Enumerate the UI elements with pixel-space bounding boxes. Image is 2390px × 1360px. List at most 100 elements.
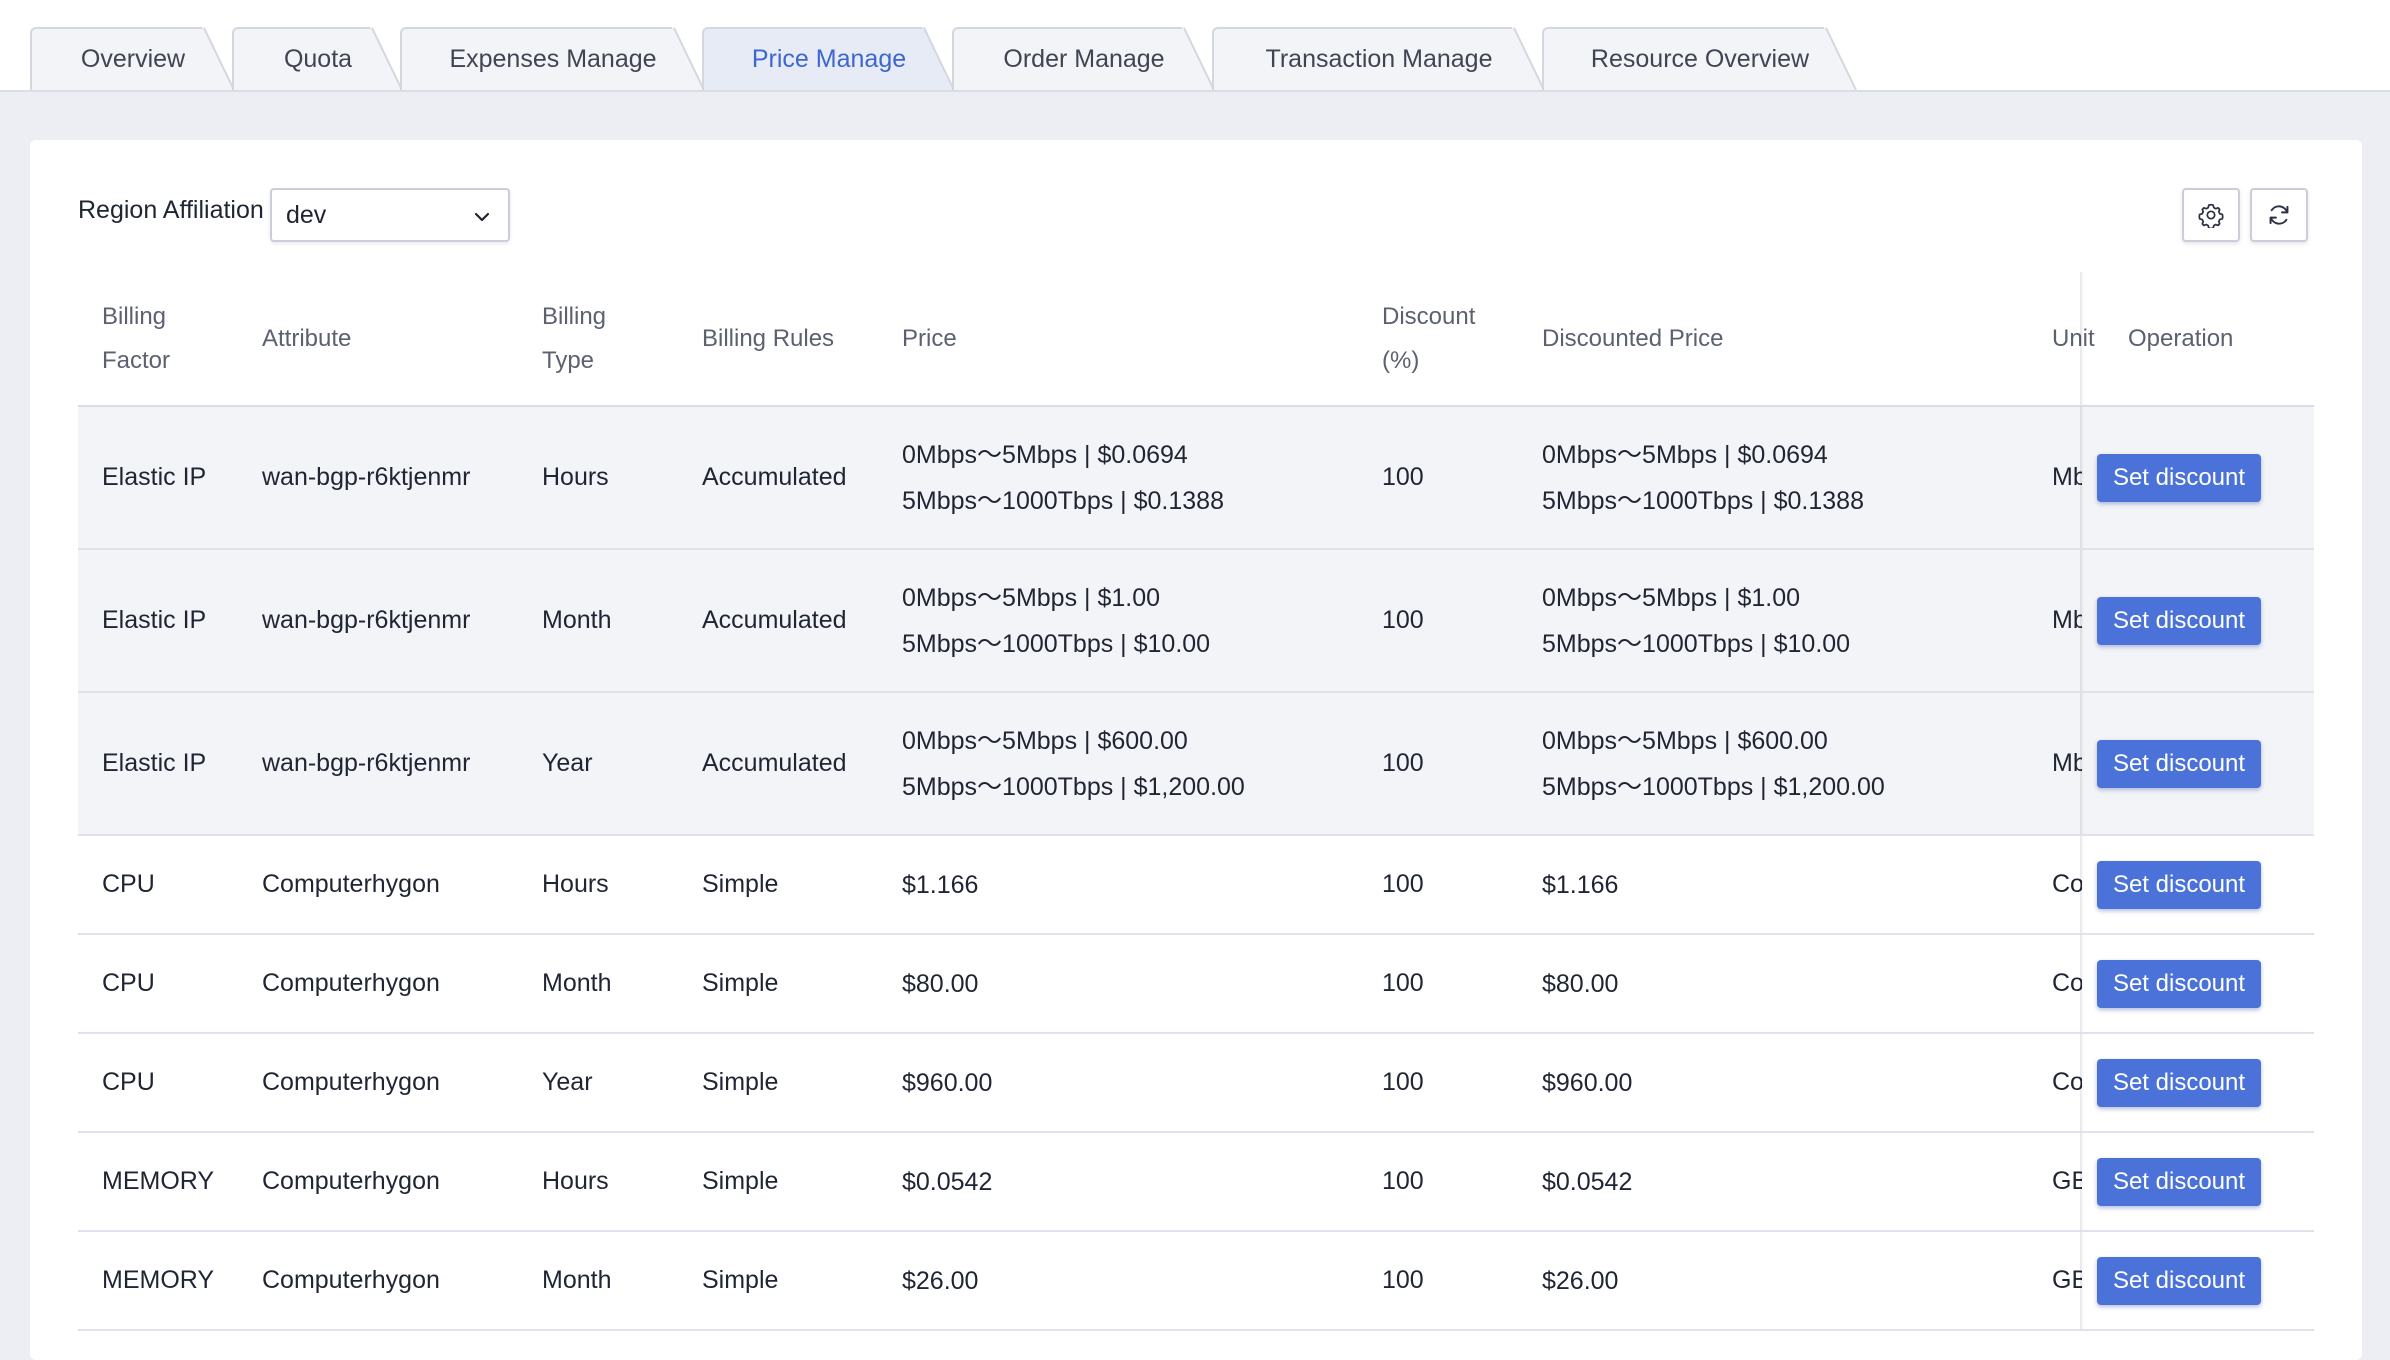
cell-unit: Mbp xyxy=(2052,463,2082,491)
cell-discounted-price: 0Mbps～5Mbps | $0.0694 5Mbps～1000Tbps | $0… xyxy=(1542,407,1864,548)
cell-price: $0.0542 xyxy=(902,1133,992,1230)
cell-price-line: 5Mbps～1000Tbps | $1,200.00 xyxy=(902,772,1245,801)
table-row: CPU Computerhygon Hours Simple $1.166 100 $1.1… xyxy=(78,836,2314,935)
cell-discount: 100 xyxy=(1382,463,1424,491)
cell-billing-factor: MEMORY xyxy=(102,1167,215,1195)
header-price: Price xyxy=(902,324,957,352)
tab-overview[interactable]: Overview xyxy=(30,27,235,90)
cell-attribute: Computerhygon xyxy=(262,870,440,898)
cell-discount: 100 xyxy=(1382,1167,1424,1195)
cell-billing-rules: Accumulated xyxy=(702,749,847,777)
cell-discounted-price-line: $80.00 xyxy=(1542,969,1619,998)
cell-billing-type: Month xyxy=(542,969,612,997)
cell-attribute: Computerhygon xyxy=(262,1266,440,1294)
header-billing-factor: Billing Factor xyxy=(102,302,171,374)
refresh-icon xyxy=(2269,205,2289,225)
cell-discounted-price-line: $1.166 xyxy=(1542,870,1619,899)
cell-discounted-price: $26.00 xyxy=(1542,1232,1618,1329)
cell-unit: Mbp xyxy=(2052,606,2082,634)
tab-label: Resource Overview xyxy=(1590,45,1810,73)
tab-price-manage[interactable]: Price Manage xyxy=(702,27,955,90)
cell-attribute: Computerhygon xyxy=(262,969,440,997)
cell-price-line: $0.0542 xyxy=(902,1167,993,1196)
cell-billing-rules: Simple xyxy=(702,1068,779,1096)
cell-discounted-price-line: 0Mbps～5Mbps | $0.0694 xyxy=(1542,440,1828,469)
tab-order-manage[interactable]: Order Manage xyxy=(952,27,1215,90)
cell-price-line: 5Mbps～1000Tbps | $0.1388 xyxy=(902,486,1224,515)
cell-billing-factor: CPU xyxy=(102,1068,155,1096)
set-discount-button[interactable]: Set discount xyxy=(2097,1257,2261,1305)
cell-billing-rules: Simple xyxy=(702,870,779,898)
cell-discounted-price-line: 5Mbps～1000Tbps | $10.00 xyxy=(1542,629,1851,658)
cell-unit: Core xyxy=(2052,870,2082,898)
cell-discounted-price-line: $960.00 xyxy=(1542,1068,1633,1097)
set-discount-button[interactable]: Set discount xyxy=(2097,1059,2261,1107)
header-discount: Discount (%) xyxy=(1382,302,1476,374)
cell-billing-rules: Simple xyxy=(702,1266,779,1294)
header-billing-rules: Billing Rules xyxy=(702,324,835,352)
refresh-button[interactable] xyxy=(2250,188,2308,242)
cell-discounted-price-line: $26.00 xyxy=(1542,1266,1619,1295)
cell-billing-factor: CPU xyxy=(102,969,155,997)
cell-billing-factor: Elastic IP xyxy=(102,463,207,491)
cell-billing-type: Month xyxy=(542,1266,612,1294)
cell-billing-type: Hours xyxy=(542,1167,609,1195)
set-discount-button[interactable]: Set discount xyxy=(2097,740,2261,788)
set-discount-button[interactable]: Set discount xyxy=(2097,454,2261,502)
cell-attribute: wan-bgp-r6ktjenmr xyxy=(262,749,471,777)
price-table: Billing Factor Attribute Billing Type Bill… xyxy=(78,272,2314,1331)
cell-unit: GB xyxy=(2052,1266,2082,1294)
cell-discounted-price: 0Mbps～5Mbps | $600.00 5Mbps～1000Tbps | $1… xyxy=(1542,693,1885,834)
gear-icon xyxy=(2198,203,2224,228)
tab-label: Order Manage xyxy=(1003,45,1165,73)
set-discount-button[interactable]: Set discount xyxy=(2097,861,2261,909)
table-row: Elastic IP wan-bgp-r6ktjenmr Year Accumulat… xyxy=(78,693,2314,836)
region-select[interactable]: dev xyxy=(270,188,510,242)
cell-discounted-price-line: $0.0542 xyxy=(1542,1167,1633,1196)
table-header: Billing Factor Attribute Billing Type Bill… xyxy=(78,272,2314,407)
cell-attribute: Computerhygon xyxy=(262,1167,440,1195)
cell-unit: GB xyxy=(2052,1167,2082,1195)
cell-discounted-price: $960.00 xyxy=(1542,1034,1632,1131)
region-affiliation-label: Region Affiliation xyxy=(78,196,264,224)
tab-transaction-manage[interactable]: Transaction Manage xyxy=(1212,27,1545,90)
cell-billing-factor: MEMORY xyxy=(102,1266,215,1294)
cell-price: $80.00 xyxy=(902,935,978,1032)
header-billing-type: Billing Type xyxy=(542,302,607,374)
header-discounted-price: Discounted Price xyxy=(1542,324,1724,352)
cell-unit: Core xyxy=(2052,969,2082,997)
set-discount-button[interactable]: Set discount xyxy=(2097,960,2261,1008)
cell-price-line: $80.00 xyxy=(902,969,979,998)
cell-price-line: $960.00 xyxy=(902,1068,993,1097)
set-discount-button[interactable]: Set discount xyxy=(2097,1158,2261,1206)
cell-billing-type: Year xyxy=(542,749,593,777)
table-row: MEMORY Computerhygon Hours Simple $0.0542 100… xyxy=(78,1133,2314,1232)
header-attribute: Attribute xyxy=(262,324,352,352)
cell-price-line: 0Mbps～5Mbps | $0.0694 xyxy=(902,440,1188,469)
cell-price-line: $26.00 xyxy=(902,1266,979,1295)
tab-label: Price Manage xyxy=(751,45,907,73)
tab-expenses-manage[interactable]: Expenses Manage xyxy=(400,27,705,90)
cell-price: 0Mbps～5Mbps | $1.00 5Mbps～1000Tbps | $10.… xyxy=(902,550,1210,691)
cell-price-line: 0Mbps～5Mbps | $1.00 xyxy=(902,583,1161,612)
table-row: Elastic IP wan-bgp-r6ktjenmr Hours Accumula… xyxy=(78,407,2314,550)
tab-resource-overview[interactable]: Resource Overview xyxy=(1542,27,1857,90)
cell-billing-factor: CPU xyxy=(102,870,155,898)
cell-price: $1.166 xyxy=(902,836,978,933)
cell-discounted-price: $0.0542 xyxy=(1542,1133,1632,1230)
tab-quota[interactable]: Quota xyxy=(232,27,403,90)
cell-discount: 100 xyxy=(1382,969,1424,997)
cell-price: $26.00 xyxy=(902,1232,978,1329)
cell-discounted-price-line: 0Mbps～5Mbps | $600.00 xyxy=(1542,726,1828,755)
cell-discounted-price: 0Mbps～5Mbps | $1.00 5Mbps～1000Tbps | $10.… xyxy=(1542,550,1850,691)
tab-label: Expenses Manage xyxy=(449,45,657,73)
cell-price-line: 5Mbps～1000Tbps | $10.00 xyxy=(902,629,1211,658)
cell-billing-type: Month xyxy=(542,606,612,634)
cell-billing-rules: Accumulated xyxy=(702,606,847,634)
cell-discount: 100 xyxy=(1382,749,1424,777)
cell-discount: 100 xyxy=(1382,606,1424,634)
table-row: MEMORY Computerhygon Month Simple $26.00 100 $… xyxy=(78,1232,2314,1331)
cell-billing-type: Hours xyxy=(542,870,609,898)
set-discount-button[interactable]: Set discount xyxy=(2097,597,2261,645)
settings-button[interactable] xyxy=(2182,188,2240,242)
